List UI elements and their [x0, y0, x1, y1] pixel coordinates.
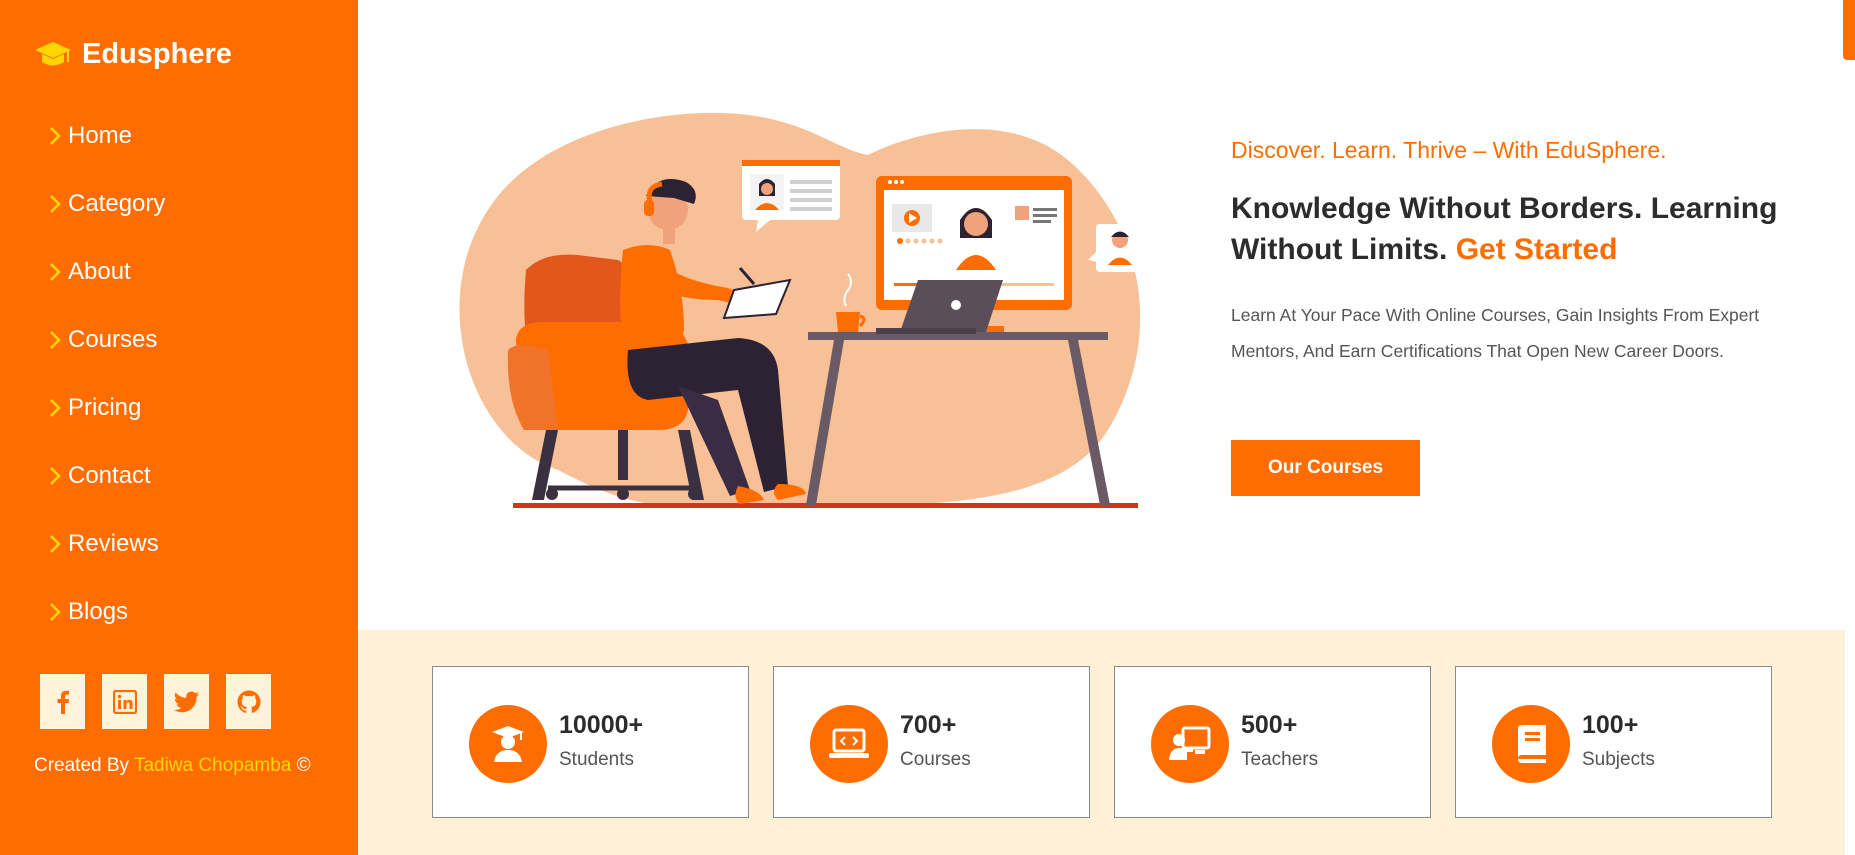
linkedin-icon [112, 689, 137, 714]
sidebar-item-label: Home [68, 122, 133, 149]
hero-description: Learn At Your Pace With Online Courses, … [1231, 305, 1760, 361]
stat-card-students: 10000+ Students [432, 666, 749, 818]
chevron-right-icon [48, 126, 62, 146]
brand-name: Edusphere [82, 38, 232, 70]
sidebar-item-category[interactable]: Category [48, 170, 165, 238]
credit-prefix: Created By [34, 755, 134, 776]
chevron-right-icon [48, 398, 62, 418]
brand-logo[interactable]: Edusphere [34, 38, 232, 71]
stat-value: 500+ [1241, 711, 1298, 739]
sidebar-item-pricing[interactable]: Pricing [48, 374, 165, 442]
stat-label: Subjects [1582, 749, 1655, 770]
hero-tagline: Discover. Learn. Thrive – With EduSphere… [1231, 137, 1667, 163]
graduation-cap-icon [34, 40, 72, 70]
linkedin-link[interactable] [102, 674, 147, 729]
stat-card-courses: 700+ Courses [773, 666, 1090, 818]
stat-card-subjects: 100+ Subjects [1455, 666, 1772, 818]
our-courses-button[interactable]: Our Courses [1231, 440, 1420, 496]
facebook-link[interactable] [40, 674, 85, 729]
stat-value: 10000+ [559, 711, 644, 739]
sidebar-item-label: Pricing [68, 394, 142, 421]
credit-author-link[interactable]: Tadiwa Chopamba [134, 755, 291, 776]
laptop-code-icon [810, 705, 888, 783]
github-link[interactable] [226, 674, 271, 729]
sidebar-item-label: Blogs [68, 598, 129, 625]
chevron-right-icon [48, 534, 62, 554]
hero-headline: Knowledge Without Borders. Learning With… [1231, 188, 1791, 270]
facebook-icon [56, 690, 70, 714]
sidebar-item-about[interactable]: About [48, 238, 165, 306]
student-icon [469, 705, 547, 783]
sidebar-item-contact[interactable]: Contact [48, 442, 165, 510]
sidebar-nav: Home Category About Courses Pricing Cont… [48, 102, 165, 646]
sidebar-item-label: Reviews [68, 530, 159, 557]
stat-label: Courses [900, 749, 971, 770]
scrollbar-thumb[interactable] [1843, 0, 1855, 60]
teacher-icon [1151, 705, 1229, 783]
stat-value: 100+ [1582, 711, 1639, 739]
stat-label: Students [559, 749, 634, 770]
stat-value: 700+ [900, 711, 957, 739]
sidebar-item-home[interactable]: Home [48, 102, 165, 170]
get-started-link[interactable]: Get Started [1456, 233, 1618, 266]
twitter-link[interactable] [164, 674, 209, 729]
credit-suffix: © [291, 755, 311, 776]
sidebar-item-courses[interactable]: Courses [48, 306, 165, 374]
sidebar-item-label: Category [68, 190, 166, 217]
sidebar-item-label: Courses [68, 326, 158, 353]
chevron-right-icon [48, 602, 62, 622]
stat-card-teachers: 500+ Teachers [1114, 666, 1431, 818]
twitter-icon [173, 691, 200, 713]
stat-label: Teachers [1241, 749, 1319, 770]
book-icon [1492, 705, 1570, 783]
hero-illustration [448, 100, 1188, 520]
social-links [40, 674, 271, 729]
sidebar-item-label: Contact [68, 462, 151, 489]
chevron-right-icon [48, 330, 62, 350]
sidebar-item-label: About [68, 258, 131, 285]
sidebar-item-blogs[interactable]: Blogs [48, 578, 165, 646]
github-icon [237, 690, 261, 714]
credit-line: Created By Tadiwa Chopamba © [34, 755, 311, 777]
sidebar-item-reviews[interactable]: Reviews [48, 510, 165, 578]
chevron-right-icon [48, 262, 62, 282]
chevron-right-icon [48, 466, 62, 486]
sidebar: Edusphere Home Category About Courses Pr… [0, 0, 358, 855]
chevron-right-icon [48, 194, 62, 214]
